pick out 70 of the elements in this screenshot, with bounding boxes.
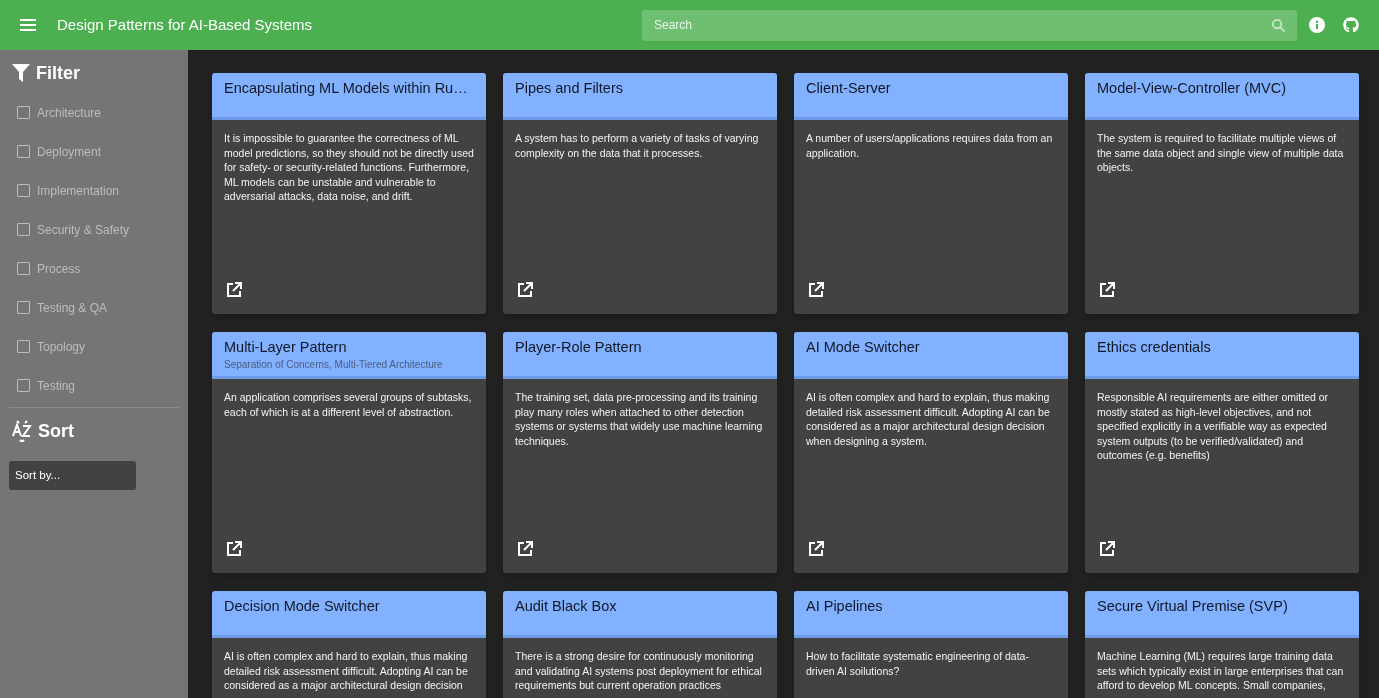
card-description: There is a strong desire for continuously monitoring and validating AI systems post deployment for ethical requirements but current operation practices — [514, 649, 763, 693]
funnel-icon — [12, 64, 30, 82]
card-description: A number of users/applications requires data from an application. — [805, 131, 1054, 160]
card-subtitle: Separation of Concerns, Multi-Tiered Architecture — [224, 358, 444, 372]
filter-option[interactable]: Deployment — [0, 132, 188, 171]
checkbox[interactable] — [17, 145, 30, 158]
card-description: Machine Learning (ML) requires large training data sets which typically exist in large enterprises that can afford to develop ML concepts. Small companies, — [1096, 649, 1345, 693]
card-description: How to facilitate systematic engineering of data-driven AI soilutions? — [805, 649, 1030, 678]
card-title: Multi-Layer Pattern — [224, 338, 348, 357]
card-title: AI Mode Switcher — [806, 338, 921, 357]
card-description: The system is required to facilitate multiple views of the same data object and single view of multiple data objects. — [1096, 131, 1345, 175]
open-button[interactable] — [224, 280, 244, 300]
card-title: Client-Server — [806, 79, 892, 98]
filter-label: Security & Safety — [37, 221, 130, 239]
card-description: An application comprises several groups of subtasks, each of which is at a different level of abstraction. — [223, 390, 473, 419]
github-icon — [1343, 17, 1359, 33]
filter-option[interactable]: Testing — [0, 366, 188, 405]
card-title: Player-Role Pattern — [515, 338, 643, 357]
checkbox[interactable] — [17, 340, 30, 353]
search-field[interactable]: Search — [642, 9, 1297, 41]
open-button[interactable] — [806, 280, 826, 300]
checkbox[interactable] — [17, 262, 30, 275]
open-button[interactable] — [1097, 539, 1117, 559]
filter-option[interactable]: Process — [0, 249, 188, 288]
checkbox[interactable] — [17, 223, 30, 236]
card-description: AI is often complex and hard to explain, thus making detailed risk assessment difficult. Adopting AI can be considered as a major architectural design decision — [223, 649, 469, 693]
card-title: Secure Virtual Premise (SVP) — [1097, 597, 1289, 616]
app-title: Design Patterns for AI-Based Systems — [57, 14, 313, 35]
filter-label: Architecture — [37, 104, 102, 122]
checkbox[interactable] — [17, 379, 30, 392]
card-description: Responsible AI requirements are either omitted or mostly stated as high-level objectives, and not specified explicitly in a verifiable way as expected system outputs (to be verified/validated) and outcomes (e.g. benefits) — [1096, 390, 1330, 463]
filter-option[interactable]: Implementation — [0, 171, 188, 210]
card-description: It is impossible to guarantee the correctness of ML model predictions, so they should not be directly used for safety- or security-related functions. Furthermore, ML models can be unstable and vulnerable to adversarial attacks, data noise, and drift. — [223, 131, 475, 204]
filter-label: Process — [37, 260, 81, 278]
card-title: Model-View-Controller (MVC) — [1097, 79, 1288, 98]
filter-label: Implementation — [37, 182, 120, 200]
menu-icon — [20, 19, 36, 31]
card-title: Ethics credentials — [1097, 338, 1212, 357]
card-title: Decision Mode Switcher — [224, 597, 381, 616]
card-title: Encapsulating ML Models within Ru… — [224, 79, 469, 98]
filter-option[interactable]: Architecture — [0, 93, 188, 132]
card-title: Pipes and Filters — [515, 79, 624, 98]
filter-label: Topology — [37, 338, 86, 356]
checkbox[interactable] — [17, 106, 30, 119]
open-button[interactable] — [515, 280, 535, 300]
filter-option[interactable]: Testing & QA — [0, 288, 188, 327]
info-icon — [1309, 17, 1325, 33]
filter-heading: Filter — [36, 61, 80, 85]
open-button[interactable] — [806, 539, 826, 559]
card-description: A system has to perform a variety of tasks of varying complexity on the data that it processes. — [514, 131, 760, 160]
checkbox[interactable] — [17, 301, 30, 314]
sort-az-icon — [12, 420, 32, 442]
filter-option[interactable]: Topology — [0, 327, 188, 366]
checkbox[interactable] — [17, 184, 30, 197]
card-title: Audit Black Box — [515, 597, 618, 616]
open-button[interactable] — [515, 539, 535, 559]
filter-option[interactable]: Security & Safety — [0, 210, 188, 249]
sort-select[interactable]: Sort by... — [9, 461, 136, 490]
card-title: AI Pipelines — [806, 597, 884, 616]
filter-label: Testing — [37, 377, 76, 395]
info-button[interactable] — [1307, 15, 1327, 35]
card-description: The training set, data pre-processing and its training play many roles when attached to other detection systems or systems that widely use machine learning techniques. — [514, 390, 764, 448]
open-button[interactable] — [1097, 280, 1117, 300]
search-icon — [1272, 18, 1285, 32]
filter-label: Deployment — [37, 143, 102, 161]
open-button[interactable] — [224, 539, 244, 559]
sort-heading: Sort — [38, 419, 74, 443]
card-description: AI is often complex and hard to explain, thus making detailed risk assessment difficult. Adopting AI can be considered as a major architectural design decision when designing a system. — [805, 390, 1051, 448]
filter-label: Testing & QA — [37, 299, 108, 317]
github-button[interactable] — [1341, 15, 1361, 35]
